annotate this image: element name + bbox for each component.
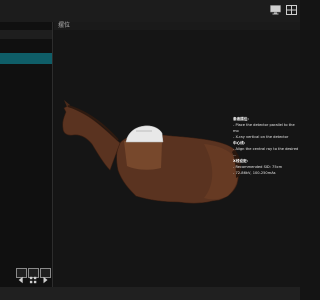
next-icon [43,276,48,284]
status-bar [0,287,300,300]
info-line: - Place the detector parallel to the mo [233,123,295,133]
selected-list-item[interactable] [0,53,52,64]
left-panel [0,22,53,287]
prev-icon [18,276,23,284]
left-panel-header [0,30,52,39]
info-line: - 72-86kV, 100-250mAs [233,171,276,175]
tab-positioning[interactable]: 摆位 [58,22,70,30]
prev-button[interactable] [16,268,27,284]
grid-button[interactable] [28,268,39,284]
info-line: - Align the central ray to the desired .… [233,147,299,157]
grid-icon [29,276,37,284]
next-button[interactable] [40,268,51,284]
top-toolbar [0,0,300,22]
monitor-icon[interactable] [270,5,281,15]
positioning-info-panel: 患者摆位: - Place the detector parallel to t… [233,116,301,176]
layout-icon[interactable] [286,5,297,15]
